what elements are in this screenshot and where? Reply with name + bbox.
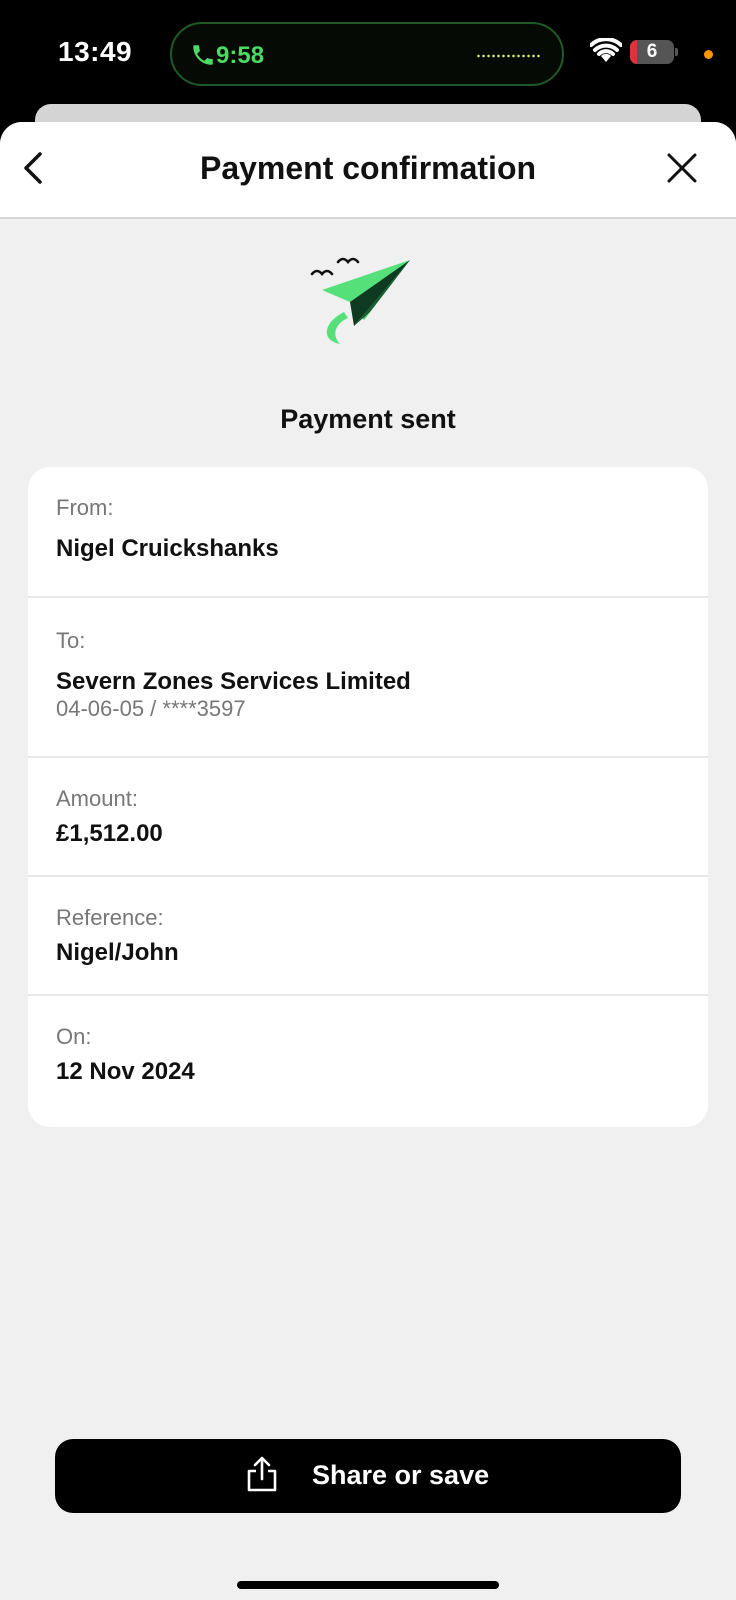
paper-plane-icon (310, 257, 410, 344)
share-icon (247, 1456, 277, 1492)
recording-indicator-dot (704, 50, 713, 59)
to-label: To: (56, 628, 86, 653)
to-row: To: Severn Zones Services Limited 04-06-… (28, 598, 708, 758)
payment-details-card: From: Nigel Cruickshanks To: Severn Zone… (28, 467, 708, 1127)
date-row: On: 12 Nov 2024 (28, 996, 708, 1127)
close-icon[interactable] (664, 150, 700, 186)
reference-value: Nigel/John (56, 939, 179, 966)
amount-value: £1,512.00 (56, 820, 163, 847)
status-bar: 13:49 9:58 6 (0, 0, 736, 110)
from-value: Nigel Cruickshanks (56, 535, 279, 562)
from-label: From: (56, 495, 114, 520)
phone-icon (193, 45, 213, 65)
battery-indicator: 6 (630, 40, 674, 64)
audio-waveform-icon (476, 54, 540, 58)
amount-label: Amount: (56, 786, 138, 811)
header-bar: Payment confirmation (0, 122, 736, 219)
payment-confirmation-sheet: Payment confirmation Payment sent From: … (0, 122, 736, 1600)
from-row: From: Nigel Cruickshanks (28, 467, 708, 598)
to-account-details: 04-06-05 / ****3597 (56, 696, 246, 721)
payment-status-title: Payment sent (280, 404, 456, 434)
call-timer: 9:58 (216, 42, 265, 69)
page-title: Payment confirmation (199, 150, 537, 186)
reference-label: Reference: (56, 905, 164, 930)
battery-level: 6 (646, 41, 658, 62)
home-indicator[interactable] (237, 1581, 499, 1589)
battery-tip (675, 48, 678, 56)
status-time: 13:49 (58, 36, 133, 67)
active-call-pill[interactable]: 9:58 (170, 22, 564, 86)
to-value: Severn Zones Services Limited (56, 668, 411, 695)
wifi-icon (590, 38, 622, 62)
amount-row: Amount: £1,512.00 (28, 758, 708, 877)
share-or-save-label: Share or save (312, 1460, 490, 1490)
date-label: On: (56, 1024, 92, 1049)
reference-row: Reference: Nigel/John (28, 877, 708, 996)
share-or-save-button[interactable]: Share or save (55, 1439, 681, 1513)
date-value: 12 Nov 2024 (56, 1058, 195, 1085)
